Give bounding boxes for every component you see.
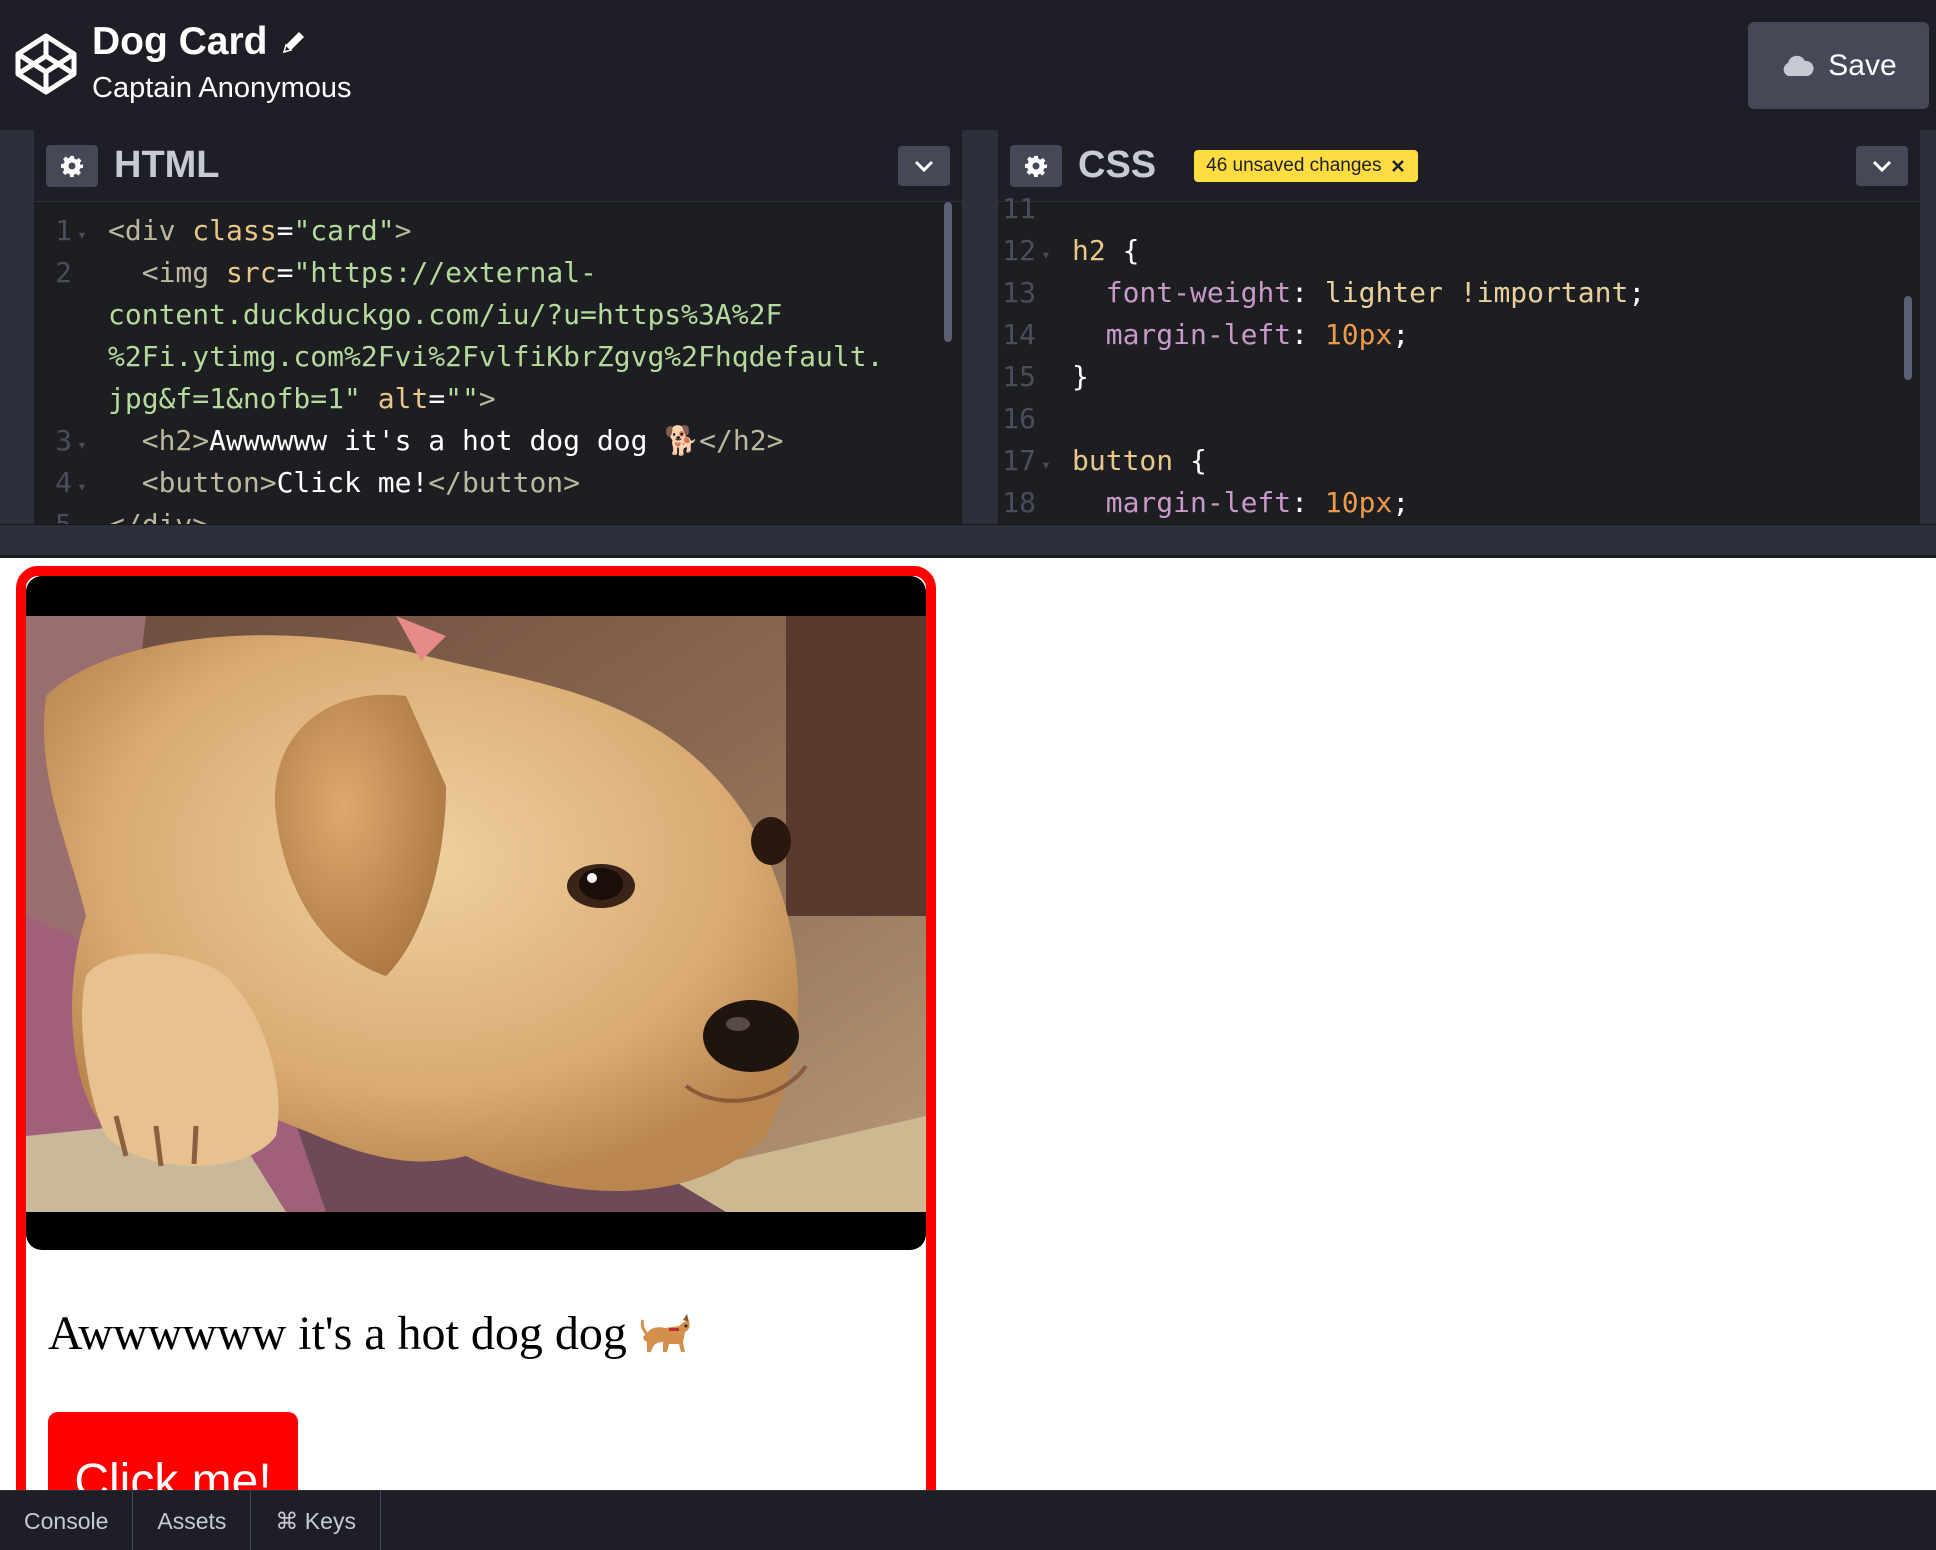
css-settings-button[interactable] — [1010, 144, 1062, 187]
line-number: 3 ▾ — [34, 420, 92, 462]
css-collapse-button[interactable] — [1856, 146, 1908, 186]
assets-button[interactable]: Assets — [133, 1491, 252, 1550]
line-number: 17 ▾ — [998, 440, 1056, 482]
code-line: 2 <img src="https://external- — [34, 252, 962, 294]
line-number: 11 — [1002, 192, 1036, 225]
card-heading: Awwwwww it's a hot dog dog — [48, 1306, 693, 1361]
puppy-image — [26, 616, 926, 1212]
save-label: Save — [1828, 48, 1897, 82]
code-line: 14 margin-left: 10px; — [998, 314, 1920, 356]
css-pane-title: CSS — [1078, 144, 1157, 186]
line-number: 1 ▾ — [34, 210, 92, 252]
fold-arrow[interactable]: ▾ — [1036, 234, 1056, 276]
card-heading-text: Awwwwww it's a hot dog dog — [48, 1307, 627, 1360]
html-collapse-button[interactable] — [898, 146, 950, 186]
line-number: 12 ▾ — [998, 230, 1056, 272]
code-line: 1 ▾ <div class="card"> — [34, 210, 962, 252]
code-line: 3 ▾ <h2>Awwwwww it's a hot dog dog 🐕</h2> — [34, 420, 962, 462]
click-me-button[interactable]: Click me! — [48, 1412, 298, 1490]
code-line-wrapped: %2Fi.ytimg.com%2Fvi%2FvlfiKbrZgvg%2Fhqde… — [34, 336, 962, 378]
line-number: 2 — [55, 256, 72, 289]
fold-arrow[interactable]: ▾ — [72, 466, 92, 508]
line-number: 13 — [1002, 276, 1036, 309]
code-line: 15 } — [998, 356, 1920, 398]
html-pane-header: HTML — [34, 130, 962, 202]
close-icon[interactable] — [1390, 158, 1406, 174]
code-line: 11 — [998, 188, 1920, 230]
chevron-down-icon — [914, 160, 934, 173]
line-number — [34, 294, 92, 336]
dog-emoji-icon — [640, 1313, 690, 1352]
keys-button[interactable]: ⌘ Keys — [251, 1491, 381, 1550]
css-editor-pane: CSS 46 unsaved changes 11 12 ▾ h2 {13 f… — [998, 130, 1920, 524]
html-editor-pane: HTML 1 ▾ <div class="card"> 2 <img src="h… — [34, 130, 962, 524]
app-header: Dog Card Captain Anonymous Save — [0, 0, 1936, 130]
unsaved-changes-badge[interactable]: 46 unsaved changes — [1194, 149, 1418, 182]
footer-bar: Console Assets ⌘ Keys — [0, 1490, 1936, 1550]
dog-image-frame — [26, 576, 926, 1250]
gear-icon — [61, 155, 83, 177]
css-scrollbar[interactable] — [1904, 296, 1912, 380]
fold-arrow[interactable]: ▾ — [1036, 444, 1056, 486]
save-button[interactable]: Save — [1748, 22, 1929, 109]
fold-arrow[interactable]: ▾ — [72, 424, 92, 466]
line-number: 14 — [1002, 318, 1036, 351]
pen-title-block: Dog Card Captain Anonymous — [92, 18, 352, 108]
chevron-down-icon — [1872, 160, 1892, 173]
code-line: 17 ▾ button { — [998, 440, 1920, 482]
editor-resize-handle[interactable] — [0, 524, 1936, 558]
codepen-logo-icon[interactable] — [14, 32, 78, 96]
code-line-wrapped: content.duckduckgo.com/iu/?u=https%3A%2F — [34, 294, 962, 336]
result-preview: Awwwwww it's a hot dog dog Click me! — [0, 558, 1936, 1490]
gear-icon — [1025, 155, 1047, 177]
line-number — [34, 336, 92, 378]
code-line: 16 — [998, 398, 1920, 440]
line-number: 5 — [34, 504, 92, 524]
editor-area: HTML 1 ▾ <div class="card"> 2 <img src="h… — [0, 130, 1936, 524]
code-line-wrapped: jpg&f=1&nofb=1" alt=""> — [34, 378, 962, 420]
console-button[interactable]: Console — [0, 1491, 134, 1550]
fold-arrow[interactable]: ▾ — [72, 214, 92, 256]
code-line: 5 </div> — [34, 504, 962, 524]
code-line: 4 ▾ <button>Click me!</button> — [34, 462, 962, 504]
unsaved-changes-label: 46 unsaved changes — [1206, 154, 1382, 176]
line-number — [34, 378, 92, 420]
code-line: 18 margin-left: 10px; — [998, 482, 1920, 524]
html-code-editor[interactable]: 1 ▾ <div class="card"> 2 <img src="https:… — [34, 202, 962, 524]
cloud-icon — [1783, 55, 1814, 76]
code-line: 13 font-weight: lighter !important; — [998, 272, 1920, 314]
line-number: 18 — [1002, 486, 1036, 519]
line-number: 4 ▾ — [34, 462, 92, 504]
pen-title[interactable]: Dog Card — [92, 18, 268, 66]
line-number: 15 — [1002, 360, 1036, 393]
html-pane-title: HTML — [114, 144, 220, 186]
dog-card: Awwwwww it's a hot dog dog Click me! — [16, 566, 936, 1490]
html-settings-button[interactable] — [46, 144, 98, 187]
pen-author[interactable]: Captain Anonymous — [92, 68, 352, 108]
code-line: 12 ▾ h2 { — [998, 230, 1920, 272]
pencil-icon[interactable] — [280, 28, 308, 56]
html-scrollbar[interactable] — [944, 202, 952, 342]
css-code-editor[interactable]: 11 12 ▾ h2 { 13 font-weight: lighter !imp… — [998, 188, 1920, 524]
line-number: 16 — [1002, 402, 1036, 435]
